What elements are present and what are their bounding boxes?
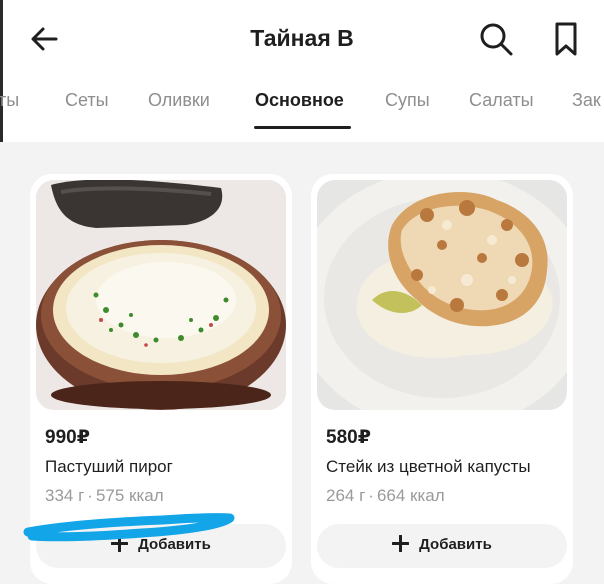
add-to-cart-button[interactable]: Добавить [36, 524, 286, 568]
meta-separator: · [87, 486, 93, 505]
add-button-content: Добавить [392, 535, 492, 553]
tab-partial-left[interactable]: ты [0, 90, 19, 111]
product-calories: 575 ккал [95, 486, 164, 505]
product-card[interactable]: 990₽ Пастуший пирог 334 г · 575 ккал Добав… [30, 174, 292, 584]
product-calories: 664 ккал [376, 486, 445, 505]
search-icon [480, 23, 513, 56]
plus-icon [392, 535, 410, 553]
bookmark-icon [555, 22, 577, 56]
add-button-label: Добавить [138, 536, 211, 553]
tab-soups[interactable]: Супы [385, 90, 430, 111]
bookmark-button[interactable] [550, 21, 582, 57]
active-tab-indicator [254, 126, 351, 129]
add-to-cart-button[interactable]: Добавить [317, 524, 567, 568]
add-button-label: Добавить [419, 536, 492, 553]
product-name: Пастуший пирог [45, 457, 173, 476]
add-button-content: Добавить [111, 535, 211, 553]
top-bar: Тайная В [0, 0, 604, 80]
search-button[interactable] [478, 21, 514, 57]
plus-icon [111, 535, 129, 553]
meta-separator: · [368, 486, 374, 505]
product-name: Стейк из цветной капусты [326, 457, 531, 476]
product-price: 990₽ [45, 427, 90, 448]
product-weight: 264 г [326, 486, 366, 505]
tab-olives[interactable]: Оливки [148, 90, 210, 111]
tab-partial-right[interactable]: Зак [572, 90, 601, 111]
product-price: 580₽ [326, 427, 371, 448]
product-image [317, 180, 567, 410]
cauliflower-steak-photo [317, 180, 567, 410]
product-weight: 334 г [45, 486, 85, 505]
shepherds-pie-photo [36, 180, 286, 410]
tab-main[interactable]: Основное [255, 90, 344, 111]
tab-sets[interactable]: Сеты [65, 90, 109, 111]
tab-salads[interactable]: Салаты [469, 90, 534, 111]
product-meta: 334 г · 575 ккал [45, 486, 164, 506]
product-image [36, 180, 286, 410]
product-meta: 264 г · 664 ккал [326, 486, 445, 506]
category-tabs: ты Сеты Оливки Основное Супы Салаты Зак [0, 80, 604, 130]
product-card[interactable]: 580₽ Стейк из цветной капусты 264 г · 664 … [311, 174, 573, 584]
